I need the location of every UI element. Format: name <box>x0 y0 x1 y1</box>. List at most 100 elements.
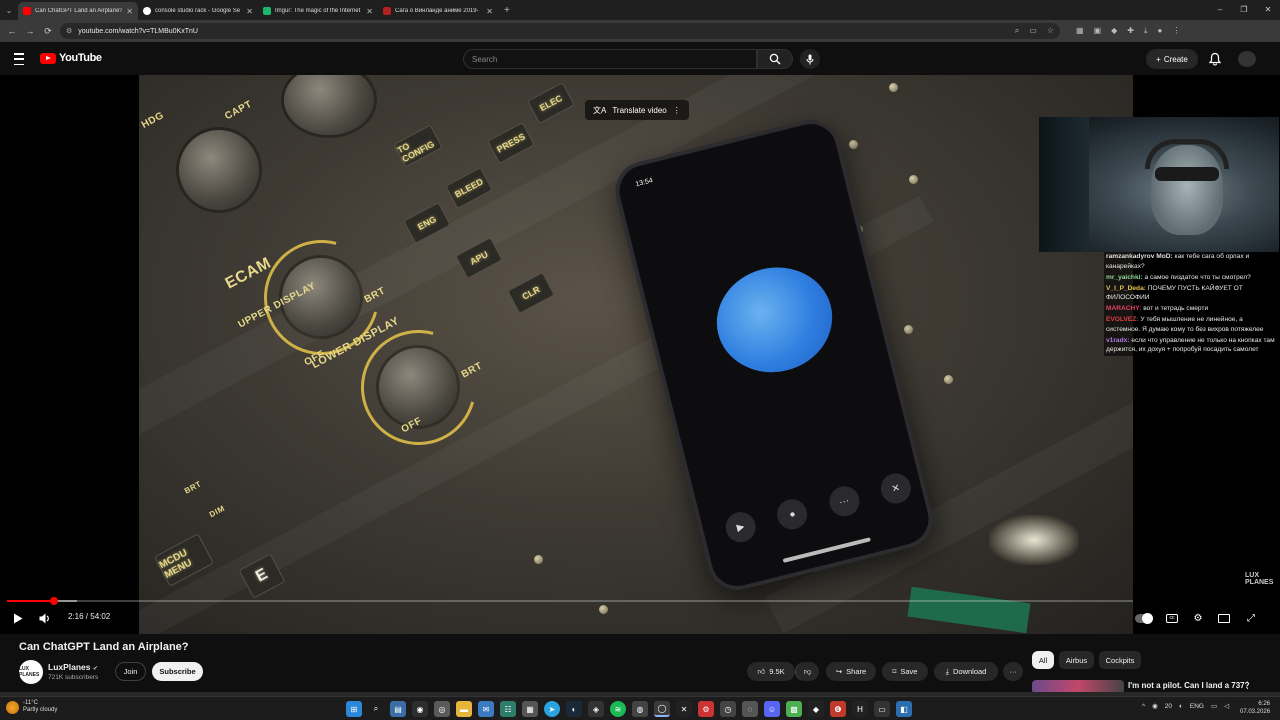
save-button[interactable]: ⌑ Save <box>882 662 928 681</box>
voice-search-button[interactable] <box>800 49 820 69</box>
clr-button: CLR <box>507 272 555 314</box>
app-icon[interactable]: H <box>852 701 868 717</box>
settings-button[interactable]: ⚙ <box>1190 610 1206 626</box>
cast-icon[interactable]: ▭ <box>1029 26 1037 36</box>
tab-search-icon[interactable]: ⌄ <box>0 0 18 20</box>
recommendation-more-icon[interactable]: ⋮ <box>1243 680 1252 691</box>
app-icon[interactable]: ❻ <box>830 701 846 717</box>
tab-1[interactable]: Can ChatGPT Land an Airplane? ✕ <box>18 2 138 20</box>
file-manager-icon[interactable]: ▤ <box>390 701 406 717</box>
more-actions-button[interactable]: ··· <box>1003 662 1023 681</box>
video-player[interactable]: HDG CAPT ECAM UPPER DISPLAY LOWER DISPLA… <box>0 75 1280 634</box>
subscribe-button[interactable]: Subscribe <box>152 662 203 681</box>
tab-4[interactable]: Сага о Винланде аниме 2019- ✕ <box>378 2 498 20</box>
like-button[interactable]: 👍︎ 9.5K <box>747 662 795 681</box>
play-button[interactable] <box>11 610 25 626</box>
extension-icon[interactable]: ▦ <box>1076 26 1084 36</box>
close-window-button[interactable]: ✕ <box>1256 0 1280 20</box>
zoom-icon[interactable]: ⌕ <box>1015 26 1019 36</box>
app-icon[interactable]: ◧ <box>896 701 912 717</box>
tab-2[interactable]: console studio rack - Google Se ✕ <box>138 2 258 20</box>
app-icon[interactable]: ▭ <box>874 701 890 717</box>
app-icon[interactable]: ◍ <box>632 701 648 717</box>
download-button[interactable]: ⤓ Download <box>934 662 998 681</box>
tab-3[interactable]: Imgur: The magic of the Internet ✕ <box>258 2 378 20</box>
back-icon[interactable]: ← <box>6 26 18 36</box>
url-field[interactable]: ⚙ youtube.com/watch?v=TLMBu0KxTnU ⌕ ▭ ☆ <box>60 23 1060 39</box>
extensions-puzzle-icon[interactable]: ✚ <box>1127 26 1134 36</box>
app-icon[interactable]: ⚙ <box>698 701 714 717</box>
subtitles-button[interactable]: cc <box>1164 610 1180 626</box>
reload-icon[interactable]: ⟳ <box>42 26 54 37</box>
extension-icon[interactable]: ▣ <box>1094 26 1102 36</box>
app-icon[interactable]: ◎ <box>434 701 450 717</box>
autoplay-toggle[interactable] <box>1133 610 1155 626</box>
tab-close-icon[interactable]: ✕ <box>486 7 493 16</box>
miniplayer-button[interactable] <box>1216 610 1232 626</box>
app-icon[interactable]: ✕ <box>676 701 692 717</box>
app-icon[interactable]: ◉ <box>412 701 428 717</box>
search-button[interactable] <box>757 49 793 69</box>
chip-cockpits[interactable]: Cockpits <box>1099 651 1141 669</box>
join-button[interactable]: Join <box>115 662 146 681</box>
channel-watermark[interactable]: LUX PLANES <box>1245 572 1280 586</box>
weather-widget[interactable]: -11°C Partly cloudy <box>6 700 57 714</box>
dislike-button[interactable]: 👎︎ <box>795 662 819 681</box>
speaker-icon[interactable]: ◁ <box>1224 702 1229 710</box>
folder-icon[interactable]: ▬ <box>456 701 472 717</box>
app-icon[interactable]: ◆ <box>808 701 824 717</box>
tab-close-icon[interactable]: ✕ <box>366 7 373 16</box>
channel-name[interactable]: LuxPlanes ✔ <box>48 662 98 672</box>
profile-icon[interactable]: ● <box>1158 26 1163 36</box>
tray-overflow-icon[interactable]: ^ <box>1142 703 1145 710</box>
calendar-icon[interactable]: ▦ <box>522 701 538 717</box>
share-button[interactable]: ↪ Share <box>826 662 876 681</box>
site-info-icon[interactable]: ⚙ <box>66 27 72 35</box>
notifications-bell-icon[interactable] <box>1208 52 1222 66</box>
search-icon[interactable]: ⌕ <box>368 701 384 717</box>
chrome-icon[interactable]: ◯ <box>654 701 670 717</box>
tray-app-icon[interactable]: ◉ <box>1152 702 1158 710</box>
chip-all[interactable]: All <box>1032 651 1054 669</box>
channel-avatar[interactable]: LUX PLANES <box>19 660 43 684</box>
recommendation-title[interactable]: I'm not a pilot. Can I land a 737? <box>1128 681 1249 690</box>
bookmark-star-icon[interactable]: ☆ <box>1047 26 1054 36</box>
search-input[interactable]: Search <box>463 49 757 69</box>
browser-menu-icon[interactable]: ⋮ <box>1172 26 1180 36</box>
maximize-button[interactable]: ❐ <box>1232 0 1256 20</box>
spotify-icon[interactable]: ≋ <box>610 701 626 717</box>
youtube-logo[interactable]: YouTube <box>40 52 102 64</box>
new-tab-button[interactable]: + <box>498 5 516 16</box>
volume-button[interactable] <box>38 610 52 626</box>
search-icon <box>769 53 781 65</box>
video-progress-bar[interactable] <box>7 597 1133 605</box>
fullscreen-button[interactable]: ⤢ <box>1243 610 1259 626</box>
download-icon[interactable]: ⤓ <box>1144 26 1148 36</box>
create-button[interactable]: + Create <box>1146 49 1198 69</box>
network-icon[interactable]: ▭ <box>1211 702 1217 710</box>
video-frame[interactable]: HDG CAPT ECAM UPPER DISPLAY LOWER DISPLA… <box>139 75 1133 634</box>
app-icon[interactable]: ◷ <box>720 701 736 717</box>
minecraft-icon[interactable]: ▩ <box>786 701 802 717</box>
forward-icon[interactable]: → <box>24 26 36 36</box>
menu-icon[interactable] <box>14 53 24 65</box>
app-icon[interactable]: ◈ <box>588 701 604 717</box>
translate-video-button[interactable]: 文A Translate video ⋮ <box>585 100 689 120</box>
more-vert-icon[interactable]: ⋮ <box>673 106 681 115</box>
tab-close-icon[interactable]: ✕ <box>246 7 253 16</box>
app-icon[interactable]: ◌ <box>742 701 758 717</box>
tab-close-icon[interactable]: ✕ <box>126 7 133 16</box>
telegram-icon[interactable]: ➤ <box>544 701 560 717</box>
chip-airbus[interactable]: Airbus <box>1059 651 1094 669</box>
windows-start-icon[interactable]: ⊞ <box>346 701 362 717</box>
steam-icon[interactable]: ◐ <box>566 701 582 717</box>
mail-icon[interactable]: ✉ <box>478 701 494 717</box>
tray-app-icon[interactable]: ◐ <box>1179 703 1183 710</box>
extension-icon[interactable]: ◆ <box>1111 26 1117 36</box>
language-indicator[interactable]: ENG <box>1190 703 1204 710</box>
account-avatar[interactable] <box>1238 51 1256 67</box>
app-icon[interactable]: ☷ <box>500 701 516 717</box>
discord-icon[interactable]: ☺ <box>764 701 780 717</box>
taskbar-clock[interactable]: 6:26 07.03.2026 <box>1240 700 1270 716</box>
minimize-button[interactable]: – <box>1208 0 1232 20</box>
